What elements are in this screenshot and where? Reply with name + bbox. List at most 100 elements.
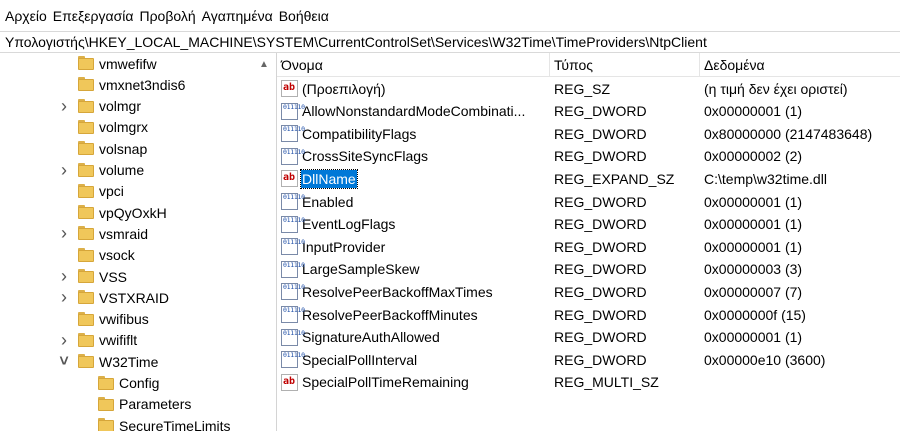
value-icon-glyph: 011110 (283, 260, 305, 269)
value-row[interactable]: 011110 LargeSampleSkew REG_DWORD 0x00000003… (277, 258, 900, 281)
value-type: REG_DWORD (554, 283, 647, 300)
tree-item[interactable]: Config (0, 373, 256, 394)
value-name: LargeSampleSkew (302, 261, 420, 278)
tree-item[interactable]: vpci (0, 181, 256, 202)
tree-item[interactable]: volmgrx (0, 117, 256, 138)
menu-item[interactable]: Βοήθεια (279, 8, 333, 24)
registry-key-tree[interactable]: vmwefifw vmxnet3ndis6 › volmgr volmgrx volsna… (0, 53, 256, 431)
tree-item-label: VSS (99, 268, 128, 285)
binary-value-icon: 011110 (281, 238, 305, 256)
chevron-right-icon[interactable]: › (58, 160, 70, 181)
tree-item[interactable]: volsnap (0, 138, 256, 159)
value-type: REG_DWORD (554, 125, 647, 142)
chevron-right-icon[interactable]: › (58, 96, 70, 117)
value-type: REG_DWORD (554, 306, 647, 323)
tree-item[interactable]: › volmgr (0, 96, 256, 117)
tree-item-label: vsock (99, 247, 135, 264)
folder-icon (78, 183, 94, 198)
value-data: (η τιμή δεν έχει οριστεί) (704, 80, 848, 97)
menu-item[interactable]: Αρχείο (5, 8, 51, 24)
value-type: REG_DWORD (554, 351, 647, 368)
tree-scroll-up-button[interactable]: ▲ (256, 53, 272, 75)
value-row[interactable]: ab DllName REG_EXPAND_SZ C:\temp\w32time.dl… (277, 167, 900, 190)
chevron-right-icon[interactable]: › (58, 330, 70, 351)
tree-item[interactable]: Parameters (0, 394, 256, 415)
column-header-data[interactable]: Δεδομένα (700, 53, 900, 77)
value-row[interactable]: 011110 EventLogFlags REG_DWORD 0x00000001 (… (277, 213, 900, 236)
value-name: EventLogFlags (302, 216, 396, 233)
value-type: REG_DWORD (554, 238, 647, 255)
value-data: 0x00000e10 (3600) (704, 351, 826, 368)
value-data: 0x00000003 (3) (704, 261, 803, 278)
menu-item[interactable]: Προβολή (139, 8, 199, 24)
tree-item[interactable]: › volume (0, 160, 256, 181)
tree-item[interactable]: ˅ W32Time (0, 351, 256, 372)
value-type: REG_DWORD (554, 329, 647, 346)
binary-value-icon: 011110 (281, 125, 305, 143)
value-row[interactable]: ab (Προεπιλογή) REG_SZ (η τιμή δεν έχει ορι… (277, 77, 900, 100)
chevron-down-icon[interactable]: ˅ (58, 351, 70, 372)
value-row[interactable]: 011110 Enabled REG_DWORD 0x00000001 (1) (277, 190, 900, 213)
menu-item[interactable]: Επεξεργασία (53, 8, 138, 24)
value-row[interactable]: 011110 SpecialPollInterval REG_DWORD 0x0000… (277, 348, 900, 371)
value-row[interactable]: 011110 InputProvider REG_DWORD 0x00000001 (… (277, 235, 900, 258)
folder-icon (78, 311, 94, 326)
value-icon-glyph: ab (283, 375, 296, 387)
value-row[interactable]: ab SpecialPollTimeRemaining REG_MULTI_SZ (277, 371, 900, 394)
value-row[interactable]: 011110 SignatureAuthAllowed REG_DWORD 0x000… (277, 326, 900, 349)
tree-item[interactable]: › VSS (0, 266, 256, 287)
value-row[interactable]: 011110 AllowNonstandardModeCombinati... RE… (277, 100, 900, 123)
value-row[interactable]: 011110 CrossSiteSyncFlags REG_DWORD 0x00000… (277, 145, 900, 168)
folder-icon (78, 162, 94, 177)
menu-item[interactable]: Αγαπημένα (202, 8, 277, 24)
value-row[interactable]: 011110 ResolvePeerBackoffMinutes REG_DWORD… (277, 303, 900, 326)
value-row[interactable]: 011110 ResolvePeerBackoffMaxTimes REG_DWOR… (277, 280, 900, 303)
tree-item[interactable]: vwifibus (0, 309, 256, 330)
value-name-cell: ab DllName (281, 167, 549, 190)
chevron-right-icon[interactable]: › (58, 287, 70, 308)
folder-icon (78, 290, 94, 305)
menu-bar: Αρχείο Επεξεργασία Προβολή Αγαπημένα Βοήθεια (0, 0, 900, 31)
folder-icon (78, 205, 94, 220)
column-header-name[interactable]: Όνομα (277, 53, 550, 77)
chevron-right-icon[interactable]: › (58, 266, 70, 287)
folder-icon (98, 418, 114, 431)
tree-item[interactable]: vmxnet3ndis6 (0, 74, 256, 95)
tree-item[interactable]: › vwififlt (0, 330, 256, 351)
tree-item-label: Parameters (119, 396, 192, 413)
binary-value-icon: 011110 (281, 102, 305, 120)
folder-icon (98, 375, 114, 390)
tree-item[interactable]: SecureTimeLimits (0, 415, 256, 431)
tree-item[interactable]: › vsmraid (0, 223, 256, 244)
value-name-cell: ab (Προεπιλογή) (281, 77, 549, 100)
value-type: REG_DWORD (554, 148, 647, 165)
address-bar[interactable]: Υπολογιστής\HKEY_LOCAL_MACHINE\SYSTEM\Cu… (0, 31, 900, 53)
value-icon-glyph: ab (283, 172, 296, 184)
registry-values-list[interactable]: Όνομα Τύπος Δεδομένα ab (Προεπιλογή) REG_S… (277, 53, 900, 431)
value-icon-glyph: 011110 (283, 147, 305, 156)
value-name-cell: 011110 CrossSiteSyncFlags (281, 145, 549, 168)
folder-icon (78, 226, 94, 241)
tree-item-label: VSTXRAID (99, 289, 170, 306)
tree-item[interactable]: vsock (0, 245, 256, 266)
tree-item[interactable]: › VSTXRAID (0, 287, 256, 308)
column-header-type[interactable]: Τύπος (550, 53, 700, 77)
address-path[interactable]: Υπολογιστής\HKEY_LOCAL_MACHINE\SYSTEM\Cu… (5, 34, 707, 50)
value-icon-glyph: 011110 (283, 306, 305, 314)
tree-item[interactable]: vmwefifw (0, 53, 256, 74)
value-icon-glyph: 011110 (283, 328, 305, 337)
value-name-cell: 011110 SpecialPollInterval (281, 348, 549, 371)
value-name: InputProvider (302, 238, 386, 255)
value-row[interactable]: 011110 CompatibilityFlags REG_DWORD 0x80000… (277, 122, 900, 145)
value-type: REG_DWORD (554, 261, 647, 278)
value-data: 0x0000000f (15) (704, 306, 806, 323)
chevron-right-icon[interactable]: › (58, 223, 70, 244)
value-data: 0x00000001 (1) (704, 216, 803, 233)
folder-icon (78, 119, 94, 134)
binary-value-icon: 011110 (281, 306, 305, 323)
value-name: SpecialPollTimeRemaining (302, 374, 469, 391)
tree-item-label: volmgrx (99, 119, 149, 136)
tree-item-label: vmwefifw (99, 55, 157, 72)
folder-icon (98, 396, 114, 411)
tree-item[interactable]: vpQyOxkH (0, 202, 256, 223)
